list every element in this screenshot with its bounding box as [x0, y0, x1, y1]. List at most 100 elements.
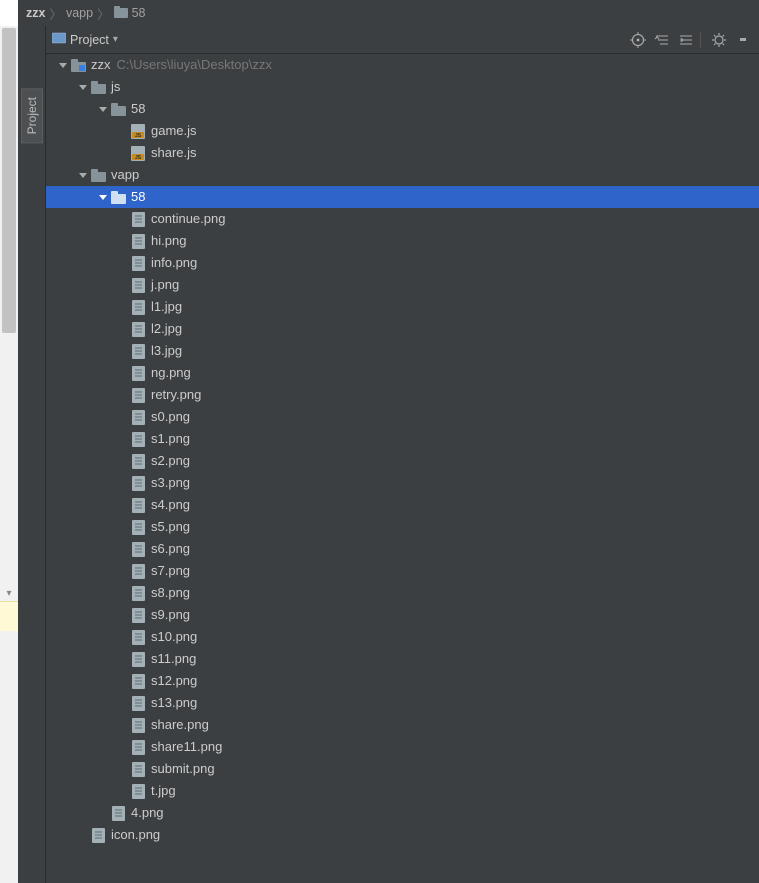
- tree-row-sharejs[interactable]: JSshare.js: [46, 142, 759, 164]
- tree-row-t[interactable]: t.jpg: [46, 780, 759, 802]
- tree-label: ng.png: [151, 362, 191, 384]
- tree-label: l1.jpg: [151, 296, 182, 318]
- js-icon: JS: [130, 124, 146, 139]
- expand-all-icon[interactable]: [652, 30, 672, 50]
- chevron-down-icon[interactable]: [96, 104, 110, 114]
- gear-icon[interactable]: [709, 30, 729, 50]
- svg-text:JS: JS: [135, 155, 142, 161]
- tree-row-vapp[interactable]: vapp: [46, 164, 759, 186]
- tree-row-s13[interactable]: s13.png: [46, 692, 759, 714]
- scrollbar-track[interactable]: [2, 26, 16, 333]
- svg-text:JS: JS: [135, 133, 142, 139]
- tree-label: s0.png: [151, 406, 190, 428]
- tree-row-s11p[interactable]: s11.png: [46, 648, 759, 670]
- tree-label: s2.png: [151, 450, 190, 472]
- breadcrumb-bar-container: zzx 〉 vapp 〉 58: [0, 0, 759, 26]
- tree-label: s7.png: [151, 560, 190, 582]
- tree-row-hi[interactable]: hi.png: [46, 230, 759, 252]
- tree-label: s4.png: [151, 494, 190, 516]
- tree-label: s9.png: [151, 604, 190, 626]
- tree-label: 4.png: [131, 802, 164, 824]
- file-icon: [130, 784, 146, 799]
- tool-tab-project[interactable]: Project: [21, 88, 43, 143]
- tree-row-vapp58[interactable]: 58: [46, 186, 759, 208]
- breadcrumb-item-root[interactable]: zzx: [26, 6, 45, 20]
- tree-row-sharep[interactable]: share.png: [46, 714, 759, 736]
- tree-row-iconp[interactable]: icon.png: [46, 824, 759, 846]
- scroll-down-arrow-icon[interactable]: ▾: [6, 586, 11, 601]
- chevron-down-icon[interactable]: [76, 170, 90, 180]
- file-icon: [130, 454, 146, 469]
- file-icon: [90, 828, 106, 843]
- tree-row-s1[interactable]: s1.png: [46, 428, 759, 450]
- tree-row-s4[interactable]: s4.png: [46, 494, 759, 516]
- gutter-blank: [0, 0, 18, 26]
- file-icon: [130, 476, 146, 491]
- folder-icon: [114, 6, 128, 21]
- project-tree[interactable]: zzxC:\Users\liuya\Desktop\zzxjs58JSgame.…: [46, 54, 759, 883]
- main-panel: Project ▾: [46, 26, 759, 883]
- chevron-down-icon[interactable]: [76, 82, 90, 92]
- tree-label: hi.png: [151, 230, 186, 252]
- folder-icon: [90, 169, 106, 182]
- breadcrumb-item-1[interactable]: vapp: [66, 6, 93, 20]
- tree-label: s3.png: [151, 472, 190, 494]
- tree-label: l3.jpg: [151, 340, 182, 362]
- dropdown-arrow-icon[interactable]: ▾: [113, 34, 118, 45]
- tree-row-4png[interactable]: 4.png: [46, 802, 759, 824]
- chevron-down-icon[interactable]: [56, 60, 70, 70]
- file-icon: [130, 498, 146, 513]
- tree-row-s8[interactable]: s8.png: [46, 582, 759, 604]
- breadcrumb-item-2[interactable]: 58: [132, 6, 146, 20]
- file-icon: [130, 564, 146, 579]
- tree-row-s5[interactable]: s5.png: [46, 516, 759, 538]
- scrollbar-thumb[interactable]: [2, 28, 16, 333]
- tree-label: submit.png: [151, 758, 215, 780]
- tree-label: 58: [131, 186, 145, 208]
- collapse-all-icon[interactable]: [676, 30, 696, 50]
- tree-row-s2[interactable]: s2.png: [46, 450, 759, 472]
- folder-icon: [110, 103, 126, 116]
- tree-row-js[interactable]: js: [46, 76, 759, 98]
- proj-icon: [70, 59, 86, 72]
- tree-row-js58[interactable]: 58: [46, 98, 759, 120]
- file-icon: [130, 630, 146, 645]
- tree-row-l2[interactable]: l2.jpg: [46, 318, 759, 340]
- tree-row-root[interactable]: zzxC:\Users\liuya\Desktop\zzx: [46, 54, 759, 76]
- tree-row-retry[interactable]: retry.png: [46, 384, 759, 406]
- tree-row-s6[interactable]: s6.png: [46, 538, 759, 560]
- file-icon: [130, 322, 146, 337]
- hide-icon[interactable]: [733, 30, 753, 50]
- tree-row-info[interactable]: info.png: [46, 252, 759, 274]
- panel-title[interactable]: Project: [70, 33, 109, 47]
- tree-row-s0[interactable]: s0.png: [46, 406, 759, 428]
- breadcrumb: zzx 〉 vapp 〉 58: [18, 0, 759, 26]
- tree-label: s11.png: [151, 648, 196, 670]
- tree-row-s7[interactable]: s7.png: [46, 560, 759, 582]
- tree-row-s3[interactable]: s3.png: [46, 472, 759, 494]
- tree-label: s6.png: [151, 538, 190, 560]
- file-icon: [130, 718, 146, 733]
- tree-row-share11[interactable]: share11.png: [46, 736, 759, 758]
- tree-row-s12[interactable]: s12.png: [46, 670, 759, 692]
- tree-row-l1[interactable]: l1.jpg: [46, 296, 759, 318]
- tree-label: zzx: [91, 54, 111, 76]
- external-scrollbar: ▾: [0, 26, 18, 883]
- file-icon: [130, 652, 146, 667]
- tree-row-jp[interactable]: j.png: [46, 274, 759, 296]
- locate-icon[interactable]: [628, 30, 648, 50]
- tree-label: l2.jpg: [151, 318, 182, 340]
- file-icon: [110, 806, 126, 821]
- tree-row-l3[interactable]: l3.jpg: [46, 340, 759, 362]
- tree-label: vapp: [111, 164, 139, 186]
- tree-row-continue[interactable]: continue.png: [46, 208, 759, 230]
- chevron-down-icon[interactable]: [96, 192, 110, 202]
- tree-label: s8.png: [151, 582, 190, 604]
- tree-label: s1.png: [151, 428, 190, 450]
- tree-row-gamejs[interactable]: JSgame.js: [46, 120, 759, 142]
- tree-row-s10[interactable]: s10.png: [46, 626, 759, 648]
- tree-row-s9[interactable]: s9.png: [46, 604, 759, 626]
- breadcrumb-sep: 〉: [49, 4, 62, 23]
- tree-row-submit[interactable]: submit.png: [46, 758, 759, 780]
- tree-row-ng[interactable]: ng.png: [46, 362, 759, 384]
